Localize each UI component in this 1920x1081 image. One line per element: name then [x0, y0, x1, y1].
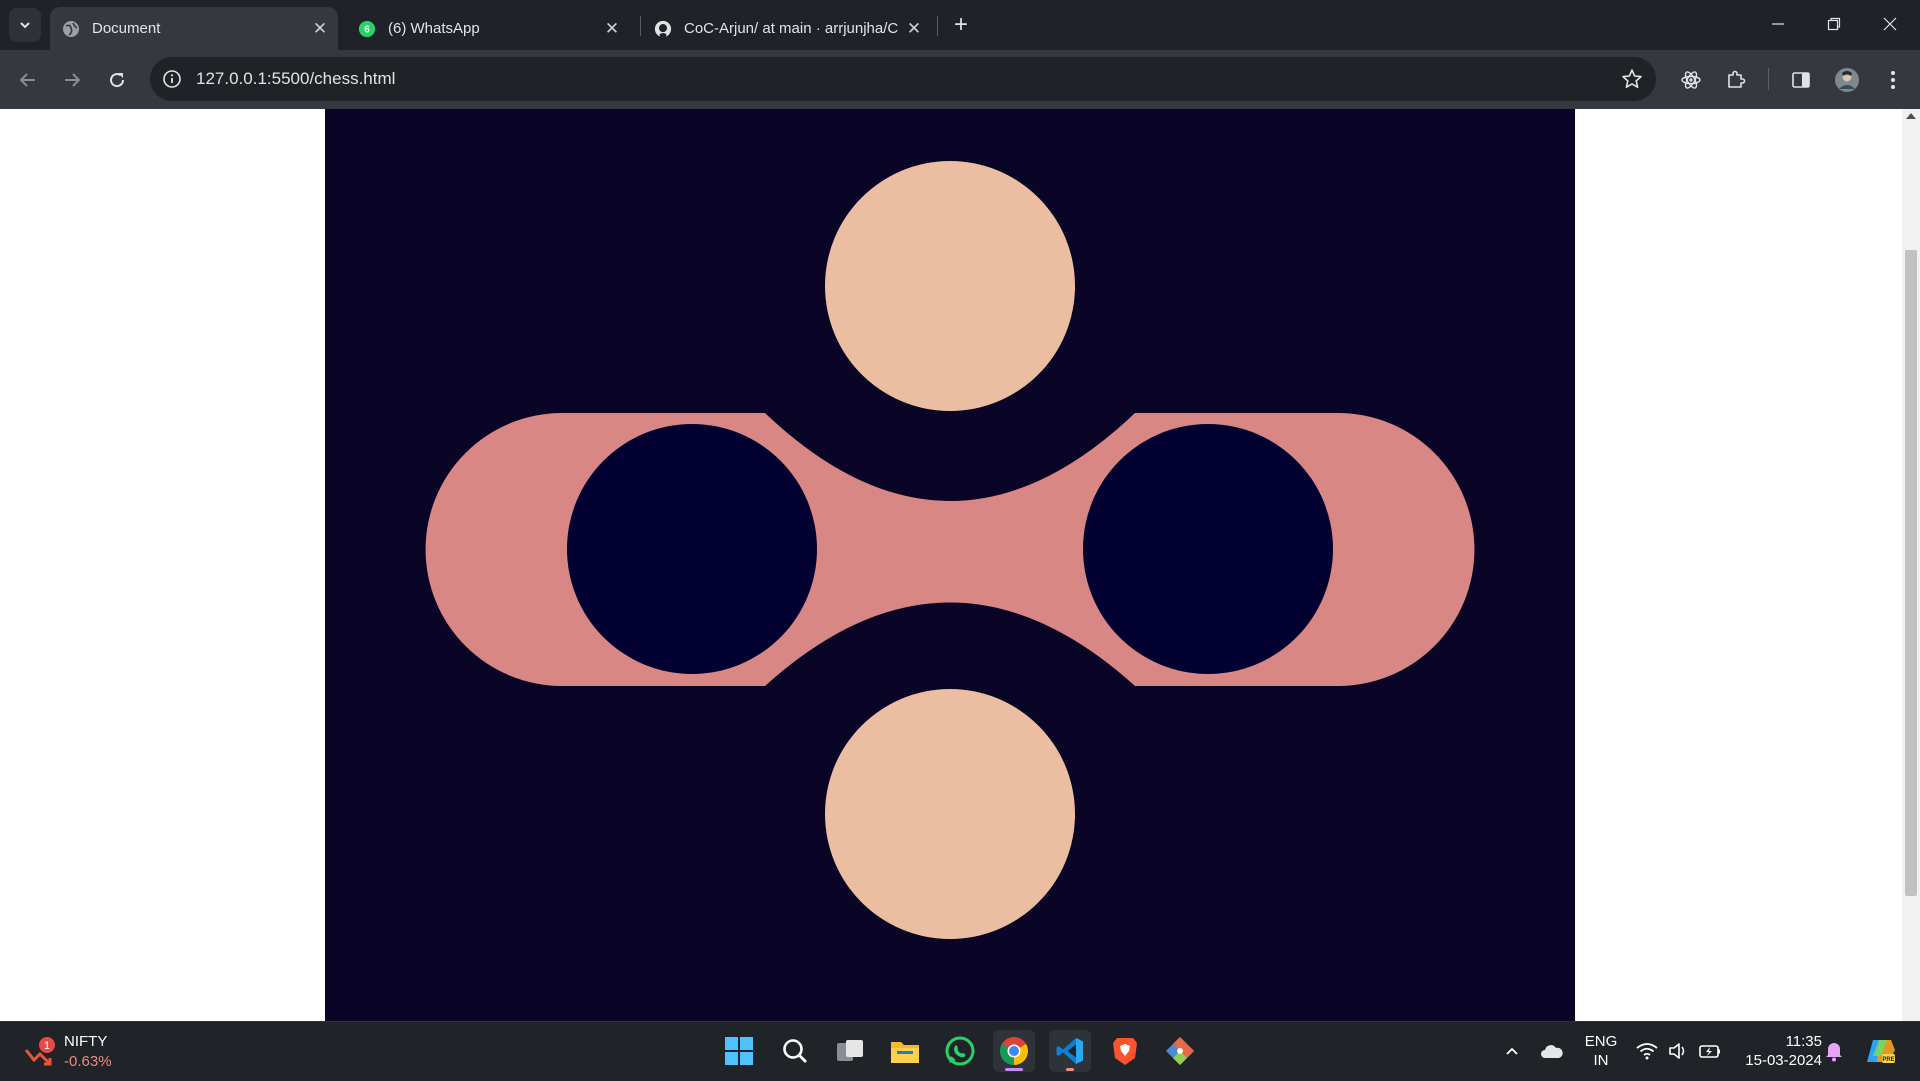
task-view-button[interactable]: [829, 1030, 871, 1072]
minimize-button[interactable]: [1750, 0, 1806, 48]
notifications-button[interactable]: [1814, 1030, 1854, 1072]
folder-icon: [891, 1042, 919, 1063]
scrollbar-thumb[interactable]: [1905, 250, 1917, 896]
github-icon: [654, 20, 672, 38]
copilot-icon: PRE: [1867, 1040, 1895, 1063]
stock-chart-icon: 1: [24, 1037, 55, 1066]
tab-title: (6) WhatsApp: [388, 20, 480, 37]
reload-button[interactable]: [99, 62, 135, 98]
side-panel-icon[interactable]: [1784, 63, 1818, 97]
profile-avatar[interactable]: [1830, 63, 1864, 97]
toolbar-divider: [1768, 68, 1769, 90]
windows-logo-icon: [725, 1037, 753, 1065]
show-hidden-icons-button[interactable]: [1492, 1030, 1532, 1072]
close-tab-icon[interactable]: ✕: [308, 17, 332, 41]
arrow-left-icon: [19, 73, 35, 87]
language-line1: ENG: [1584, 1033, 1618, 1050]
chrome-app-button[interactable]: [993, 1030, 1035, 1072]
bottom-peach-circle: [825, 689, 1075, 939]
tab-divider: [640, 16, 641, 36]
tab-title: Document: [92, 20, 161, 37]
chrome-icon: [1000, 1037, 1028, 1065]
close-tab-icon[interactable]: ✕: [902, 17, 926, 41]
vscode-app-button[interactable]: [1049, 1030, 1091, 1072]
tab-document[interactable]: Document ✕: [50, 7, 338, 50]
chevron-up-icon: [1506, 1047, 1518, 1055]
git-app-button[interactable]: [1159, 1030, 1201, 1072]
stock-widget[interactable]: 1 NIFTY -0.63%: [22, 1032, 142, 1074]
restore-icon: [1827, 17, 1841, 31]
copilot-button[interactable]: PRE: [1858, 1030, 1904, 1072]
vertical-scrollbar[interactable]: [1902, 109, 1920, 1021]
clock-date: 15-03-2024: [1745, 1052, 1822, 1069]
page-viewport: [0, 109, 1902, 1021]
arrow-right-icon: [65, 73, 81, 87]
quick-settings-button[interactable]: [1630, 1030, 1730, 1072]
tab-divider: [937, 16, 938, 36]
geometric-art: [425, 161, 1475, 939]
back-button[interactable]: [10, 62, 46, 98]
close-window-button[interactable]: [1862, 0, 1918, 48]
chevron-down-icon: [20, 22, 30, 29]
clock-button[interactable]: 11:35 15-03-2024: [1736, 1030, 1822, 1072]
minimize-icon: [1772, 23, 1784, 25]
file-explorer-button[interactable]: [884, 1030, 926, 1072]
tab-github[interactable]: CoC-Arjun/ at main · arrjunjha/C ✕: [642, 7, 932, 50]
close-tab-icon[interactable]: ✕: [600, 17, 624, 41]
tab-search-button[interactable]: [9, 8, 41, 42]
top-peach-circle: [825, 161, 1075, 411]
clock-time: 11:35: [1785, 1033, 1822, 1050]
right-navy-circle: [1083, 424, 1333, 674]
bell-icon: [1826, 1043, 1842, 1062]
language-indicator[interactable]: ENG IN: [1578, 1030, 1624, 1072]
tab-title: CoC-Arjun/ at main · arrjunjha/C: [684, 20, 899, 37]
stock-name: NIFTY: [64, 1033, 108, 1050]
onedrive-button[interactable]: [1532, 1030, 1572, 1072]
task-view-icon: [837, 1040, 863, 1061]
close-icon: [1883, 17, 1897, 31]
stock-change: -0.63%: [64, 1053, 112, 1070]
cloud-icon: [1541, 1045, 1563, 1058]
windows-taskbar: 1 NIFTY -0.63% ENG IN 11:35 15-03-2024 P…: [0, 1021, 1920, 1081]
widget-badge: 1: [44, 1040, 50, 1052]
whatsapp-icon: 6: [358, 20, 376, 38]
running-indicator: [1066, 1068, 1074, 1071]
extensions-puzzle-icon[interactable]: [1719, 63, 1753, 97]
brave-lion-icon: [1113, 1038, 1137, 1065]
tab-whatsapp[interactable]: 6 (6) WhatsApp ✕: [346, 7, 630, 50]
running-indicator: [1005, 1068, 1023, 1071]
search-icon: [783, 1039, 807, 1063]
chrome-menu-icon[interactable]: [1876, 63, 1910, 97]
volume-icon: [1669, 1043, 1685, 1059]
whatsapp-icon: [945, 1036, 975, 1066]
site-info-icon[interactable]: [160, 67, 184, 91]
reload-icon: [110, 73, 125, 88]
chess-art-container: [325, 109, 1575, 1021]
taskbar-search-button[interactable]: [774, 1030, 816, 1072]
react-devtools-icon[interactable]: [1674, 63, 1708, 97]
tab-strip: Document ✕ 6 (6) WhatsApp ✕ CoC-Arjun/ a…: [0, 0, 1920, 50]
address-bar[interactable]: 127.0.0.1:5500/chess.html: [150, 57, 1656, 101]
scroll-up-arrow-icon[interactable]: [1906, 113, 1916, 119]
browser-toolbar: 127.0.0.1:5500/chess.html: [0, 50, 1920, 109]
forward-button[interactable]: [54, 62, 90, 98]
vscode-icon: [1056, 1038, 1083, 1064]
url-text[interactable]: 127.0.0.1:5500/chess.html: [196, 69, 395, 89]
whatsapp-badge: 6: [364, 24, 370, 35]
git-tools-icon: [1166, 1037, 1194, 1065]
brave-app-button[interactable]: [1104, 1030, 1146, 1072]
restore-button[interactable]: [1806, 0, 1862, 48]
new-tab-button[interactable]: +: [946, 10, 976, 40]
svg-text:PRE: PRE: [1882, 1057, 1894, 1063]
whatsapp-app-button[interactable]: [939, 1030, 981, 1072]
wifi-icon: [1636, 1043, 1658, 1060]
battery-charging-icon: [1699, 1045, 1720, 1058]
bookmark-star-icon[interactable]: [1620, 67, 1644, 91]
start-button[interactable]: [718, 1030, 760, 1072]
left-navy-circle: [567, 424, 817, 674]
language-line2: IN: [1593, 1052, 1609, 1069]
globe-icon: [62, 20, 80, 38]
